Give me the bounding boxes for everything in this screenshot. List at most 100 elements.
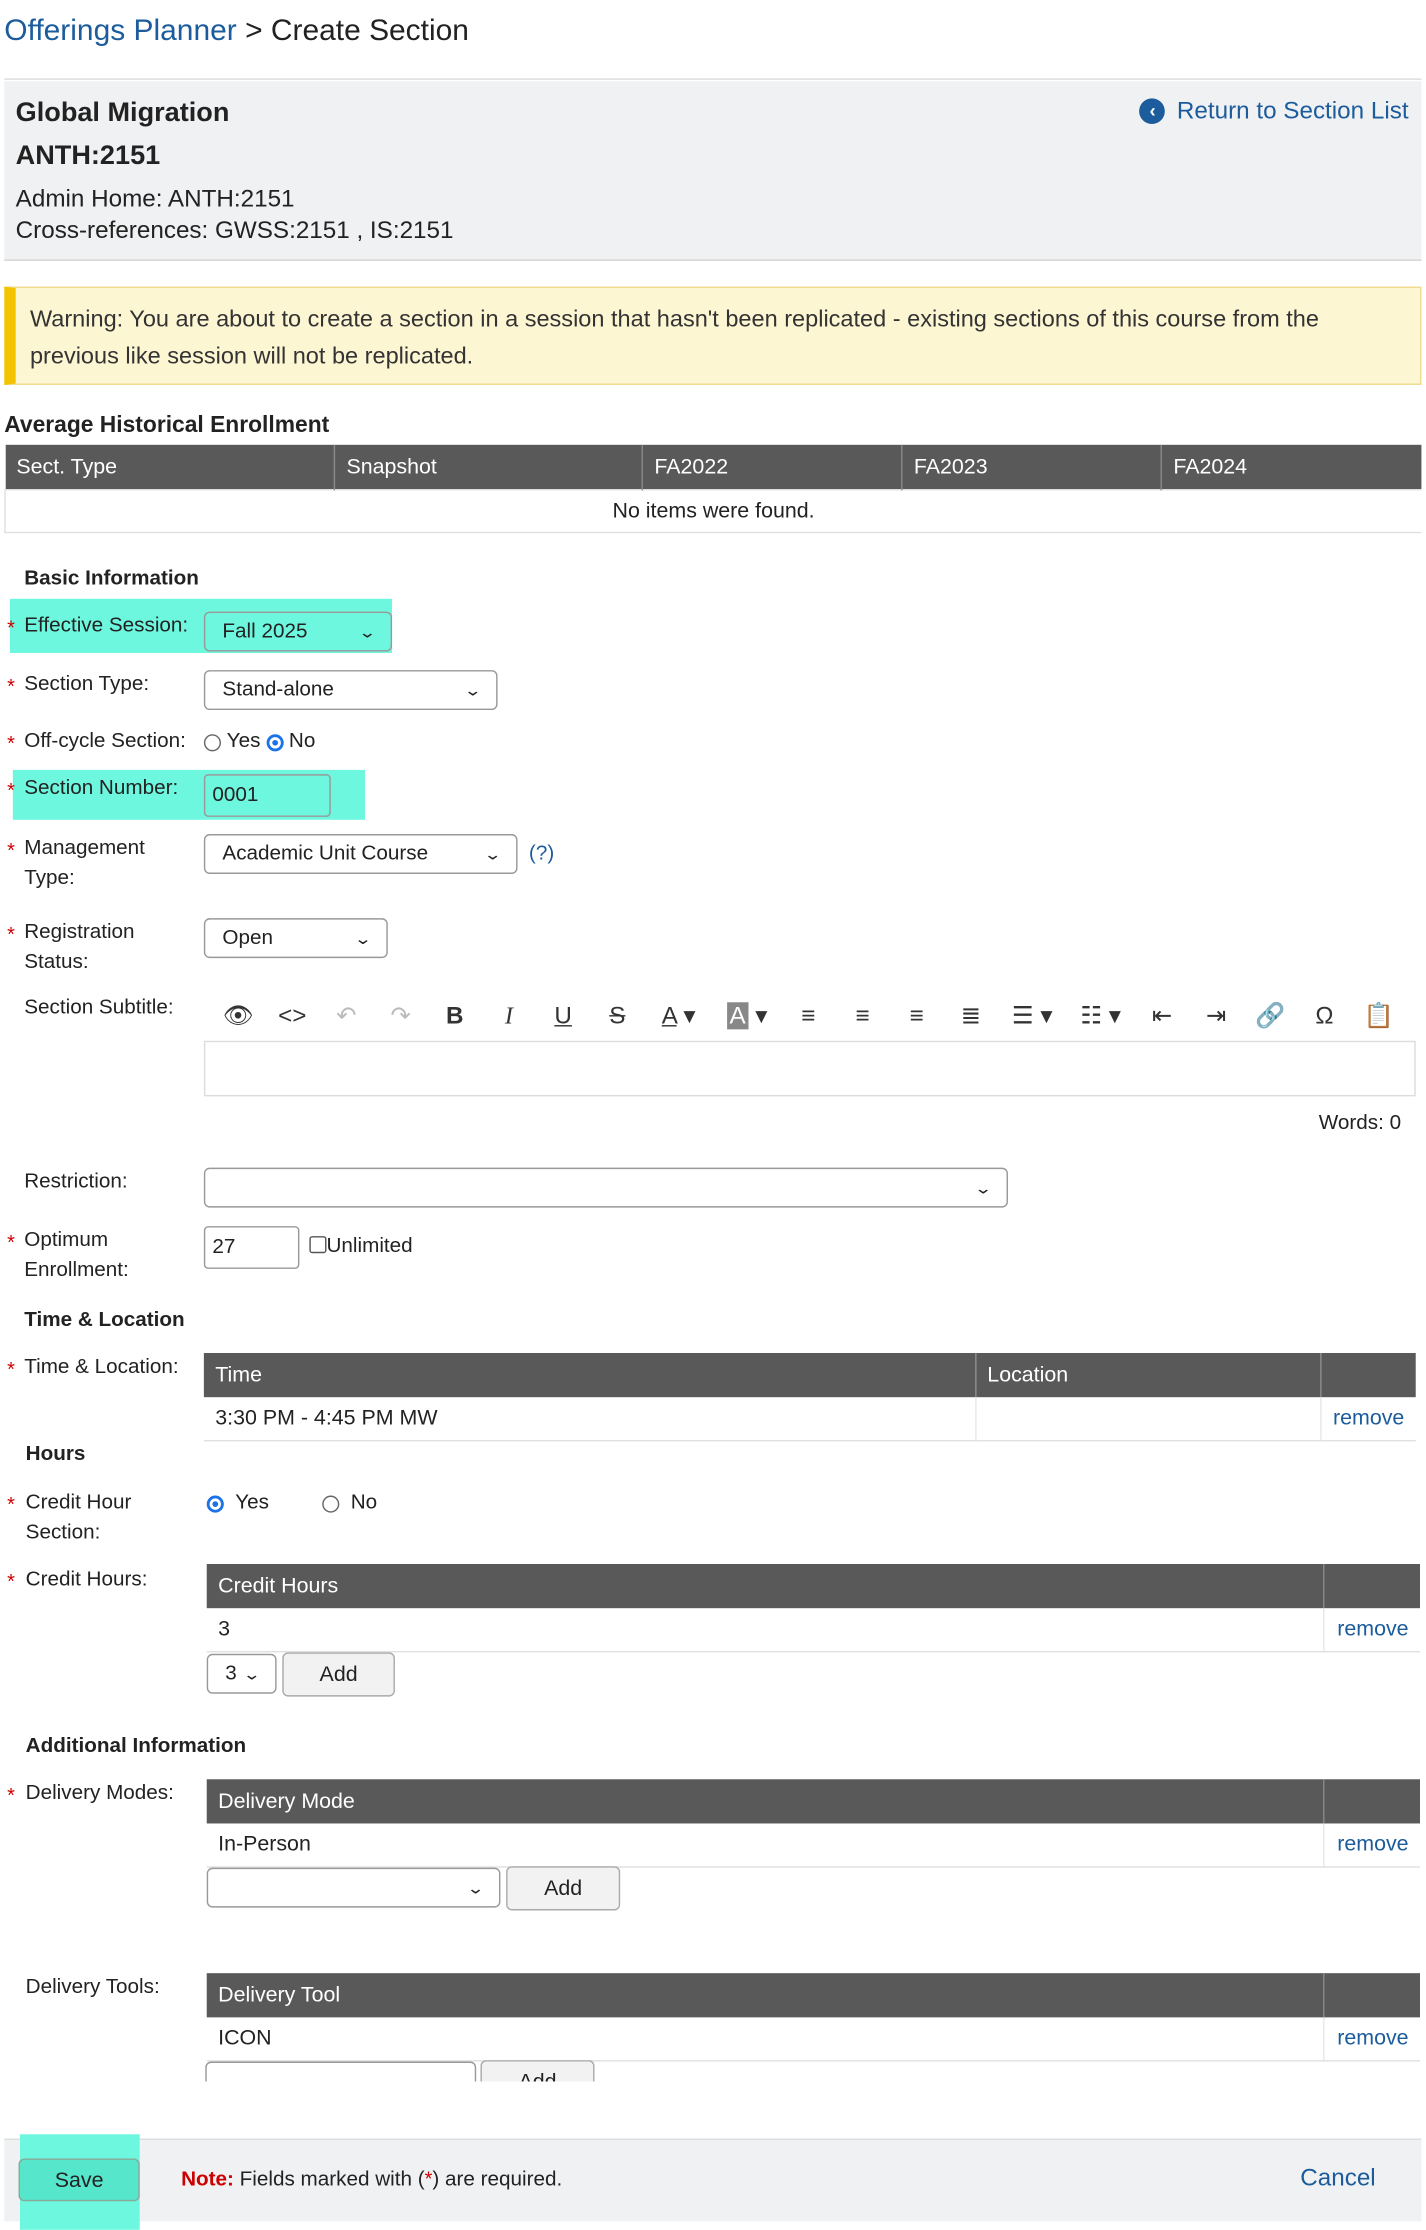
col-action bbox=[1320, 1352, 1416, 1398]
off-cycle-yes-radio[interactable] bbox=[203, 733, 221, 751]
credit-hour-no-radio[interactable] bbox=[322, 1494, 340, 1512]
remove-link[interactable]: remove bbox=[1323, 2017, 1420, 2061]
delivery-tool-select[interactable]: ⌄ bbox=[205, 2061, 477, 2082]
required-mark: * bbox=[7, 731, 15, 755]
bold-icon[interactable]: B bbox=[428, 1002, 482, 1031]
remove-link[interactable]: remove bbox=[1320, 1397, 1416, 1441]
off-cycle-no-label: No bbox=[288, 729, 316, 753]
return-to-section-list-link[interactable]: ‹ Return to Section List bbox=[1139, 96, 1409, 126]
required-mark: * bbox=[7, 615, 15, 639]
col-snapshot: Snapshot bbox=[334, 444, 643, 490]
optimum-enrollment-input[interactable]: 27 bbox=[203, 1226, 300, 1269]
return-link-label: Return to Section List bbox=[1176, 96, 1409, 125]
credit-hour-yes-radio[interactable] bbox=[206, 1494, 224, 1512]
unlimited-label: Unlimited bbox=[326, 1234, 413, 1258]
breadcrumb-separator: > bbox=[245, 14, 263, 48]
redo-icon[interactable]: ↷ bbox=[374, 1002, 428, 1031]
effective-session-value: Fall 2025 bbox=[222, 620, 308, 643]
chevron-down-icon: ⌄ bbox=[463, 682, 482, 700]
preview-icon[interactable]: 👁 bbox=[211, 1002, 265, 1031]
credit-hour-radios: Yes No bbox=[206, 1488, 378, 1518]
additional-info-heading: Additional Information bbox=[25, 1735, 247, 1758]
required-mark: * bbox=[7, 674, 15, 698]
note-text: Fields marked with ( bbox=[239, 2168, 425, 2192]
warning-alert: Warning: You are about to create a secti… bbox=[4, 286, 1422, 385]
highlight-color-icon[interactable]: A ▾ bbox=[713, 1002, 781, 1031]
credit-hour-no-label: No bbox=[350, 1491, 378, 1515]
management-type-help-link[interactable]: (?) bbox=[529, 840, 554, 870]
delivery-mode-add-button[interactable]: Add bbox=[506, 1866, 621, 1911]
indent-icon[interactable]: ⇥ bbox=[1189, 1002, 1243, 1031]
off-cycle-no-radio[interactable] bbox=[266, 733, 284, 751]
restriction-select[interactable]: ⌄ bbox=[203, 1167, 1008, 1208]
cancel-link[interactable]: Cancel bbox=[1300, 2164, 1375, 2193]
col-time: Time bbox=[203, 1352, 976, 1398]
chevron-down-icon: ⌄ bbox=[242, 1665, 261, 1684]
breadcrumb-link-offerings-planner[interactable]: Offerings Planner bbox=[4, 14, 236, 47]
off-cycle-label: Off-cycle Section: bbox=[24, 729, 186, 753]
breadcrumb: Offerings Planner > Create Section bbox=[4, 14, 469, 48]
management-type-label: Management Type: bbox=[24, 836, 145, 890]
font-color-icon[interactable]: A ▾ bbox=[644, 1002, 712, 1031]
section-number-input[interactable]: 0001 bbox=[203, 774, 331, 817]
remove-link[interactable]: remove bbox=[1323, 1608, 1420, 1652]
required-note: Note: Fields marked with (*) are require… bbox=[181, 2167, 562, 2191]
effective-session-select[interactable]: Fall 2025 ⌄ bbox=[203, 611, 393, 652]
col-fa2022: FA2022 bbox=[642, 444, 903, 490]
align-left-icon[interactable]: ≡ bbox=[781, 1002, 835, 1031]
registration-status-value: Open bbox=[222, 926, 273, 950]
col-action bbox=[1323, 1779, 1420, 1824]
unlimited-checkbox[interactable] bbox=[309, 1236, 327, 1254]
save-button[interactable]: Save bbox=[18, 2158, 140, 2202]
align-right-icon[interactable]: ≡ bbox=[890, 1002, 944, 1031]
remove-link[interactable]: remove bbox=[1323, 1823, 1420, 1867]
hours-heading: Hours bbox=[25, 1442, 86, 1466]
credit-hours-cell: 3 bbox=[206, 1608, 1324, 1652]
table-row: 3:30 PM - 4:45 PM MW remove bbox=[203, 1397, 1416, 1441]
delivery-tools-label: Delivery Tools: bbox=[25, 1976, 160, 1999]
justify-icon[interactable]: ≣ bbox=[944, 1002, 998, 1031]
delivery-modes-label: Delivery Modes: bbox=[25, 1782, 174, 1805]
credit-hours-select[interactable]: 3 ⌄ bbox=[206, 1653, 277, 1694]
italic-icon[interactable]: I bbox=[482, 1002, 536, 1031]
section-subtitle-editor[interactable] bbox=[203, 1040, 1416, 1097]
underline-icon[interactable]: U bbox=[536, 1002, 590, 1031]
section-type-select[interactable]: Stand-alone ⌄ bbox=[203, 670, 498, 710]
credit-hours-table: Credit Hours 3 remove bbox=[206, 1563, 1420, 1652]
delivery-tool-add-button[interactable]: Add bbox=[480, 2060, 595, 2082]
registration-status-select[interactable]: Open ⌄ bbox=[203, 918, 388, 959]
note-text-end: ) are required. bbox=[432, 2168, 563, 2192]
delivery-mode-select[interactable]: ⌄ bbox=[206, 1867, 501, 1908]
section-subtitle-label: Section Subtitle: bbox=[24, 996, 174, 1020]
link-icon[interactable]: 🔗 bbox=[1243, 1002, 1297, 1031]
source-code-icon[interactable]: <> bbox=[265, 1002, 319, 1031]
chevron-down-icon: ⌄ bbox=[466, 1879, 485, 1897]
chevron-left-circle-icon: ‹ bbox=[1139, 98, 1166, 125]
table-row: In-Person remove bbox=[206, 1823, 1420, 1867]
management-type-select[interactable]: Academic Unit Course ⌄ bbox=[203, 834, 518, 874]
credit-hours-add-button[interactable]: Add bbox=[282, 1652, 395, 1697]
chevron-down-icon: ⌄ bbox=[353, 930, 372, 948]
table-row: ICON remove bbox=[206, 2017, 1420, 2061]
required-mark: * bbox=[7, 1492, 15, 1516]
required-mark: * bbox=[7, 1783, 15, 1807]
col-sect-type: Sect. Type bbox=[4, 444, 336, 490]
paste-icon[interactable]: 📋 bbox=[1352, 1002, 1406, 1031]
section-type-value: Stand-alone bbox=[222, 678, 334, 702]
strikethrough-icon[interactable]: S bbox=[590, 1002, 644, 1031]
col-location: Location bbox=[975, 1352, 1321, 1398]
time-location-heading: Time & Location bbox=[24, 1308, 185, 1332]
credit-hour-section-label: Credit Hour Section: bbox=[25, 1491, 132, 1545]
page-title: Create Section bbox=[270, 14, 469, 48]
chevron-down-icon: ⌄ bbox=[973, 1179, 993, 1197]
outdent-icon[interactable]: ⇤ bbox=[1135, 1002, 1189, 1031]
numbered-list-icon[interactable]: ☷ ▾ bbox=[1066, 1002, 1134, 1031]
align-center-icon[interactable]: ≡ bbox=[835, 1002, 889, 1031]
undo-icon[interactable]: ↶ bbox=[319, 1002, 373, 1031]
note-label: Note: bbox=[181, 2168, 234, 2192]
required-mark: * bbox=[7, 1357, 15, 1381]
bullet-list-icon[interactable]: ☰ ▾ bbox=[998, 1002, 1066, 1031]
col-credit-hours: Credit Hours bbox=[206, 1563, 1324, 1609]
special-char-icon[interactable]: Ω bbox=[1297, 1002, 1351, 1031]
management-type-value: Academic Unit Course bbox=[222, 842, 429, 866]
